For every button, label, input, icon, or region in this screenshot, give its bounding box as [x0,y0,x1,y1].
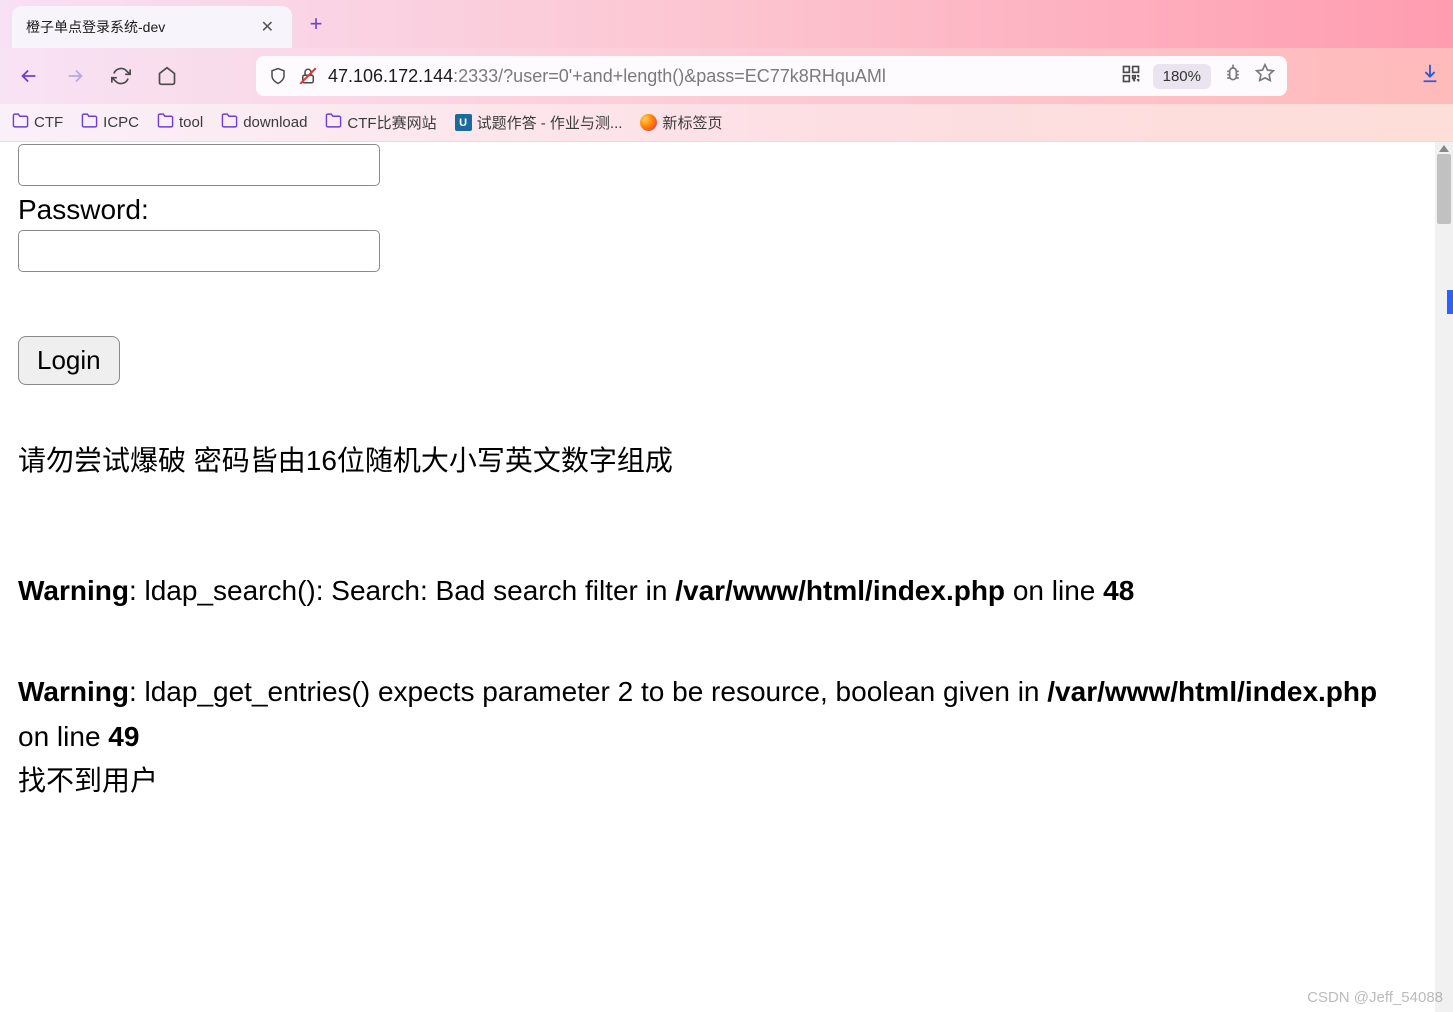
folder-icon [81,112,98,133]
url-bar[interactable]: 47.106.172.144:2333/?user=0'+and+length(… [256,56,1287,96]
forward-button [58,59,92,93]
star-icon[interactable] [1255,63,1275,89]
warning-prefix: Warning [18,575,129,606]
tab-strip: 橙子单点登录系统-dev ✕ + [0,0,1453,48]
username-input[interactable] [18,144,380,186]
url-host: 47.106.172.144 [328,66,453,86]
warning-msg: : ldap_get_entries() expects parameter 2… [129,676,1047,707]
zoom-badge[interactable]: 180% [1153,64,1211,89]
url-actions: 180% [1121,63,1275,89]
php-warning-1: Warning: ldap_search(): Search: Bad sear… [18,569,1415,614]
warning-online: on line [1005,575,1103,606]
tab-title: 橙子单点登录系统-dev [26,17,247,37]
home-button[interactable] [150,59,184,93]
warning-msg: : ldap_search(): Search: Bad search filt… [129,575,675,606]
warning-online: on line [18,721,108,752]
php-warning-2: Warning: ldap_get_entries() expects para… [18,670,1415,760]
watermark: CSDN @Jeff_54088 [1307,989,1443,1006]
bookmark-label: ICPC [103,114,139,131]
reload-button[interactable] [104,59,138,93]
scrollbar[interactable] [1435,142,1453,1012]
tab-active[interactable]: 橙子单点登录系统-dev ✕ [12,6,292,48]
warning-path: /var/www/html/index.php [1047,676,1377,707]
password-input[interactable] [18,230,380,272]
site-icon: U [455,114,472,131]
folder-icon [12,112,29,133]
bug-icon[interactable] [1223,63,1243,89]
folder-icon [157,112,174,133]
bookmark-uoj[interactable]: U 试题作答 - 作业与测... [455,112,623,133]
url-text: 47.106.172.144:2333/?user=0'+and+length(… [328,66,1111,87]
download-icon[interactable] [1419,62,1441,90]
folder-icon [221,112,238,133]
url-rest: :2333/?user=0'+and+length()&pass=EC77k8R… [453,66,886,86]
close-icon[interactable]: ✕ [257,15,278,39]
scroll-up-arrow[interactable] [1439,142,1449,152]
bookmark-label: download [243,114,307,131]
scrollbar-thumb[interactable] [1437,154,1451,224]
scroll-highlight [1447,290,1453,314]
warning-prefix: Warning [18,676,129,707]
password-label: Password: [18,194,1415,226]
qr-icon[interactable] [1121,64,1141,89]
bookmark-label: CTF比赛网站 [347,112,436,133]
shield-icon[interactable] [268,66,288,86]
firefox-icon [640,114,657,131]
bookmark-newtab[interactable]: 新标签页 [640,112,722,133]
lock-insecure-icon[interactable] [298,66,318,86]
bookmarks-bar: CTF ICPC tool download CTF比赛网站 U 试题作答 - … [0,104,1453,142]
notice-text: 请勿尝试爆破 密码皆由16位随机大小写英文数字组成 [18,439,1415,479]
user-notfound: 找不到用户 [18,759,1415,799]
login-button[interactable]: Login [18,336,120,385]
toolbar: 47.106.172.144:2333/?user=0'+and+length(… [0,48,1453,104]
folder-icon [325,112,342,133]
warning-line: 48 [1103,575,1134,606]
bookmark-download[interactable]: download [221,112,307,133]
bookmark-label: tool [179,114,203,131]
bookmark-label: 新标签页 [662,112,722,133]
warning-line: 49 [108,721,139,752]
bookmark-icpc[interactable]: ICPC [81,112,139,133]
bookmark-label: 试题作答 - 作业与测... [477,112,623,133]
warning-path: /var/www/html/index.php [675,575,1005,606]
bookmark-ctf[interactable]: CTF [12,112,63,133]
back-button[interactable] [12,59,46,93]
new-tab-button[interactable]: + [298,6,334,42]
bookmark-label: CTF [34,114,63,131]
page-content: Password: Login 请勿尝试爆破 密码皆由16位随机大小写英文数字组… [0,142,1433,1012]
browser-chrome: 橙子单点登录系统-dev ✕ + 47.106.172.144:2333/?us… [0,0,1453,142]
bookmark-ctfsite[interactable]: CTF比赛网站 [325,112,436,133]
bookmark-tool[interactable]: tool [157,112,203,133]
